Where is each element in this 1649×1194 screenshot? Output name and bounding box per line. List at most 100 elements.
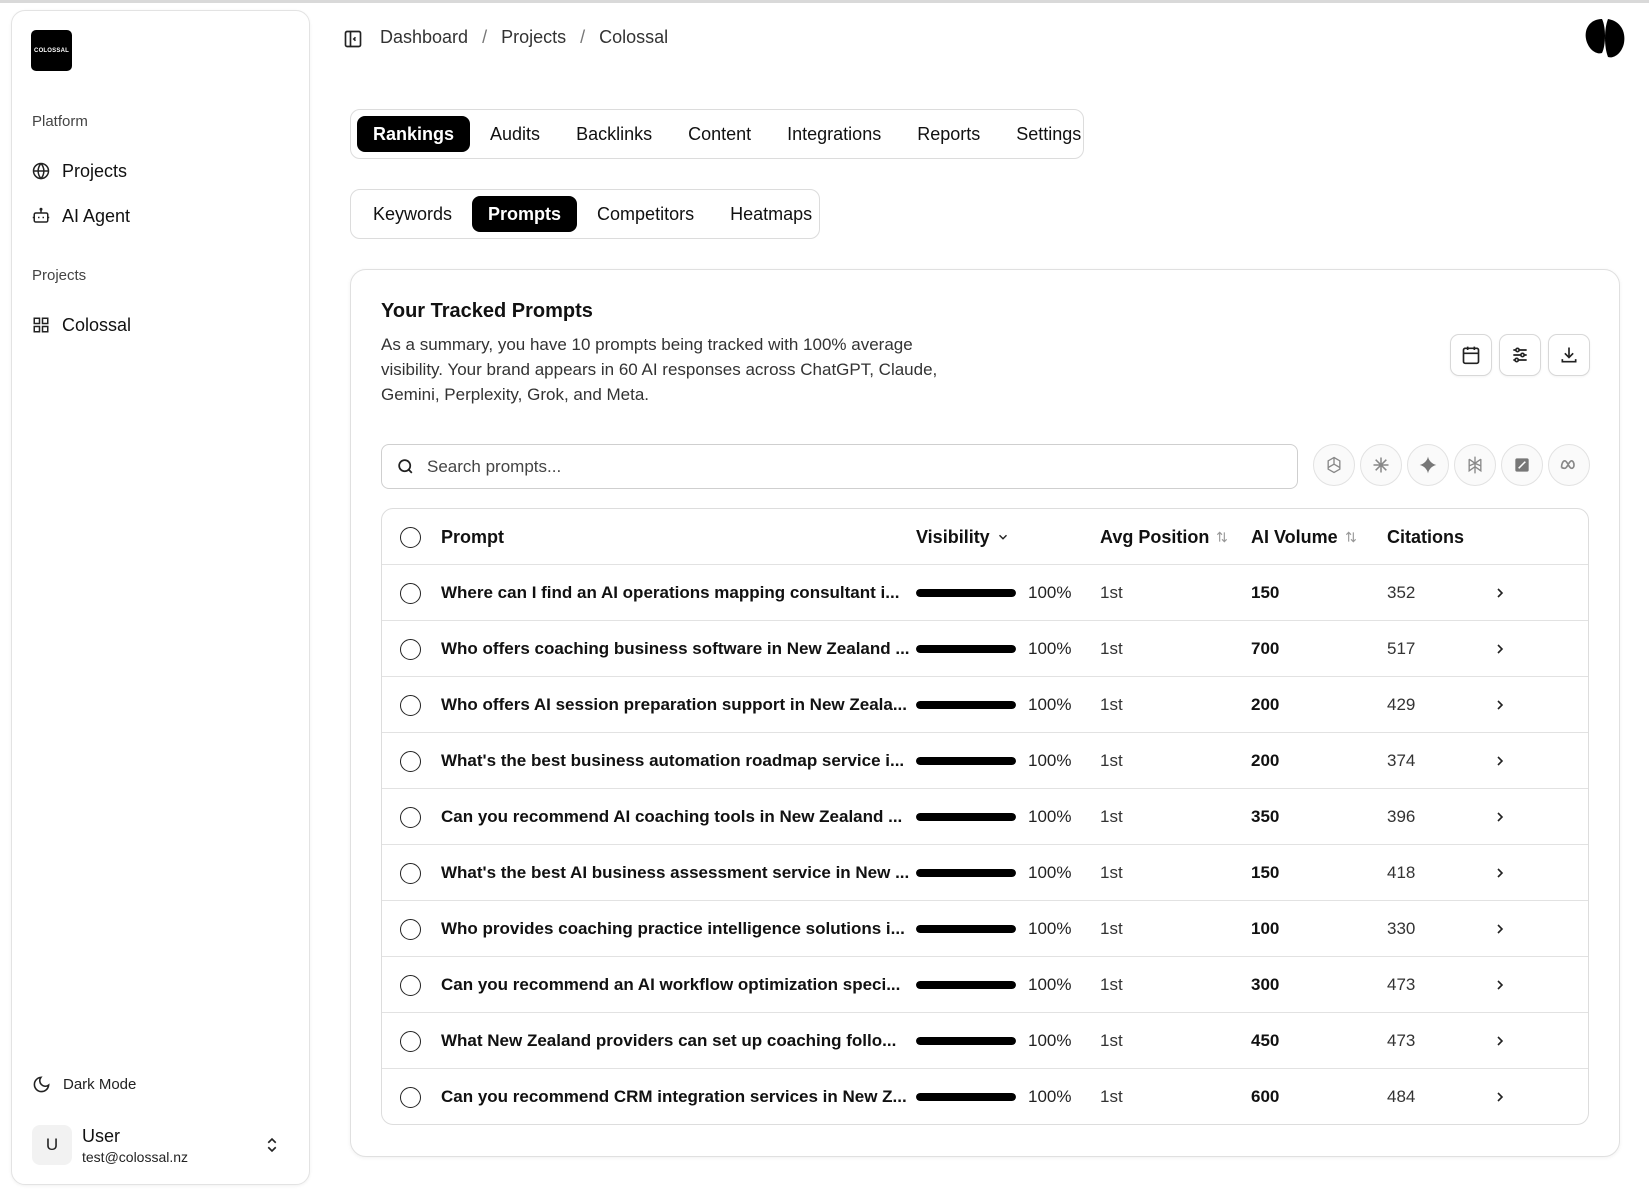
card-description: As a summary, you have 10 prompts being … xyxy=(381,335,938,404)
row-checkbox[interactable] xyxy=(400,638,421,660)
row-checkbox[interactable] xyxy=(400,974,421,996)
visibility-percent: 100% xyxy=(1028,919,1072,938)
filter-grok[interactable] xyxy=(1501,444,1543,486)
sidebar-item-projects[interactable]: Projects xyxy=(22,153,297,189)
table-row[interactable]: Can you recommend AI coaching tools in N… xyxy=(382,789,1588,845)
tab-prompts[interactable]: Prompts xyxy=(472,196,578,232)
ai-volume: 350 xyxy=(1251,807,1280,826)
tab-heatmaps[interactable]: Heatmaps xyxy=(714,196,828,232)
visibility-bar-fill xyxy=(916,981,1016,989)
visibility-bar-fill xyxy=(916,1093,1016,1101)
tab-reports[interactable]: Reports xyxy=(901,116,996,152)
chevron-right-icon[interactable] xyxy=(1492,1089,1508,1105)
table-row[interactable]: What New Zealand providers can set up co… xyxy=(382,1013,1588,1069)
filter-chatgpt[interactable] xyxy=(1313,444,1355,486)
visibility-cell: 100% xyxy=(916,789,1071,845)
header-avg-position-label: Avg Position xyxy=(1100,526,1210,547)
row-checkbox[interactable] xyxy=(400,1086,421,1108)
row-checkbox[interactable] xyxy=(400,862,421,884)
platform-section-label: Platform xyxy=(32,113,88,130)
download-button[interactable] xyxy=(1548,334,1590,376)
ai-volume: 200 xyxy=(1251,751,1280,770)
tab-rankings[interactable]: Rankings xyxy=(357,116,471,152)
tab-backlinks[interactable]: Backlinks xyxy=(560,116,668,152)
table-row[interactable]: Who offers AI session preparation suppor… xyxy=(382,677,1588,733)
visibility-cell: 100% xyxy=(916,621,1071,677)
prompt-text[interactable]: What's the best AI business assessment s… xyxy=(441,845,911,901)
table-row[interactable]: Can you recommend CRM integration servic… xyxy=(382,1069,1588,1124)
dark-mode-label: Dark Mode xyxy=(63,1075,137,1093)
header-visibility[interactable]: Visibility xyxy=(916,509,1010,565)
chevron-right-icon[interactable] xyxy=(1492,753,1508,769)
citations: 429 xyxy=(1387,695,1416,714)
visibility-bar-fill xyxy=(916,869,1016,877)
citations: 330 xyxy=(1387,919,1416,938)
citations: 473 xyxy=(1387,1031,1416,1050)
chevron-right-icon[interactable] xyxy=(1492,977,1508,993)
prompt-text[interactable]: Who offers AI session preparation suppor… xyxy=(441,677,911,733)
table-row[interactable]: What's the best AI business assessment s… xyxy=(382,845,1588,901)
header-ai-volume[interactable]: AI Volume xyxy=(1251,509,1358,565)
user-menu[interactable]: U User test@colossal.nz xyxy=(22,1119,297,1171)
prompt-text[interactable]: Can you recommend AI coaching tools in N… xyxy=(441,789,911,845)
prompt-text[interactable]: What New Zealand providers can set up co… xyxy=(441,1013,911,1069)
tab-keywords[interactable]: Keywords xyxy=(357,196,468,232)
visibility-cell: 100% xyxy=(916,901,1071,957)
tab-competitors[interactable]: Competitors xyxy=(581,196,710,232)
app-logo[interactable]: COLOSSAL xyxy=(31,30,72,71)
row-checkbox[interactable] xyxy=(400,806,421,828)
sidebar-item-ai-agent[interactable]: AI Agent xyxy=(22,198,297,234)
table-row[interactable]: Where can I find an AI operations mappin… xyxy=(382,565,1588,621)
prompt-text[interactable]: Who offers coaching business software in… xyxy=(441,621,911,677)
tab-integrations[interactable]: Integrations xyxy=(771,116,897,152)
sort-icon xyxy=(1345,531,1356,543)
header-avg-position[interactable]: Avg Position xyxy=(1100,509,1229,565)
prompt-text[interactable]: Who provides coaching practice intellige… xyxy=(441,901,911,957)
chevron-right-icon[interactable] xyxy=(1492,865,1508,881)
visibility-cell: 100% xyxy=(916,733,1071,789)
filter-claude[interactable] xyxy=(1360,444,1402,486)
chevron-right-icon[interactable] xyxy=(1492,697,1508,713)
visibility-bar xyxy=(916,925,1016,933)
chevron-right-icon[interactable] xyxy=(1492,585,1508,601)
dark-mode-toggle[interactable]: Dark Mode xyxy=(22,1067,297,1101)
tab-settings[interactable]: Settings xyxy=(1000,116,1097,152)
select-all-checkbox[interactable] xyxy=(400,526,421,548)
chevron-right-icon[interactable] xyxy=(1492,921,1508,937)
table-row[interactable]: Who offers coaching business software in… xyxy=(382,621,1588,677)
chevron-right-icon[interactable] xyxy=(1492,809,1508,825)
visibility-percent: 100% xyxy=(1028,1087,1072,1106)
prompt-text[interactable]: Where can I find an AI operations mappin… xyxy=(441,565,911,621)
avg-position: 1st xyxy=(1100,863,1123,882)
date-range-button[interactable] xyxy=(1450,334,1492,376)
tab-content[interactable]: Content xyxy=(672,116,767,152)
row-checkbox[interactable] xyxy=(400,582,421,604)
filter-meta[interactable] xyxy=(1548,444,1590,486)
filter-button[interactable] xyxy=(1499,334,1541,376)
prompt-text[interactable]: Can you recommend an AI workflow optimiz… xyxy=(441,957,911,1013)
search-box xyxy=(381,444,1298,489)
visibility-bar-fill xyxy=(916,757,1016,765)
row-checkbox[interactable] xyxy=(400,1030,421,1052)
table-row[interactable]: Can you recommend an AI workflow optimiz… xyxy=(382,957,1588,1013)
row-checkbox[interactable] xyxy=(400,918,421,940)
table-row[interactable]: Who provides coaching practice intellige… xyxy=(382,901,1588,957)
chevron-up-down-icon xyxy=(267,1137,277,1153)
tab-audits[interactable]: Audits xyxy=(474,116,556,152)
sidebar-item-colossal[interactable]: Colossal xyxy=(22,307,297,343)
prompt-text[interactable]: Can you recommend CRM integration servic… xyxy=(441,1069,911,1124)
chevron-right-icon[interactable] xyxy=(1492,1033,1508,1049)
row-checkbox[interactable] xyxy=(400,750,421,772)
claude-icon xyxy=(1373,457,1389,473)
filter-perplexity[interactable] xyxy=(1454,444,1496,486)
table-row[interactable]: What's the best business automation road… xyxy=(382,733,1588,789)
row-checkbox[interactable] xyxy=(400,694,421,716)
search-input[interactable] xyxy=(427,456,1287,477)
breadcrumb-dashboard[interactable]: Dashboard xyxy=(380,27,468,48)
prompt-text[interactable]: What's the best business automation road… xyxy=(441,733,911,789)
chevron-right-icon[interactable] xyxy=(1492,641,1508,657)
sidebar-toggle-icon[interactable] xyxy=(343,29,363,49)
perplexity-icon xyxy=(1468,456,1482,474)
filter-gemini[interactable] xyxy=(1407,444,1449,486)
breadcrumb-projects[interactable]: Projects xyxy=(501,27,566,48)
